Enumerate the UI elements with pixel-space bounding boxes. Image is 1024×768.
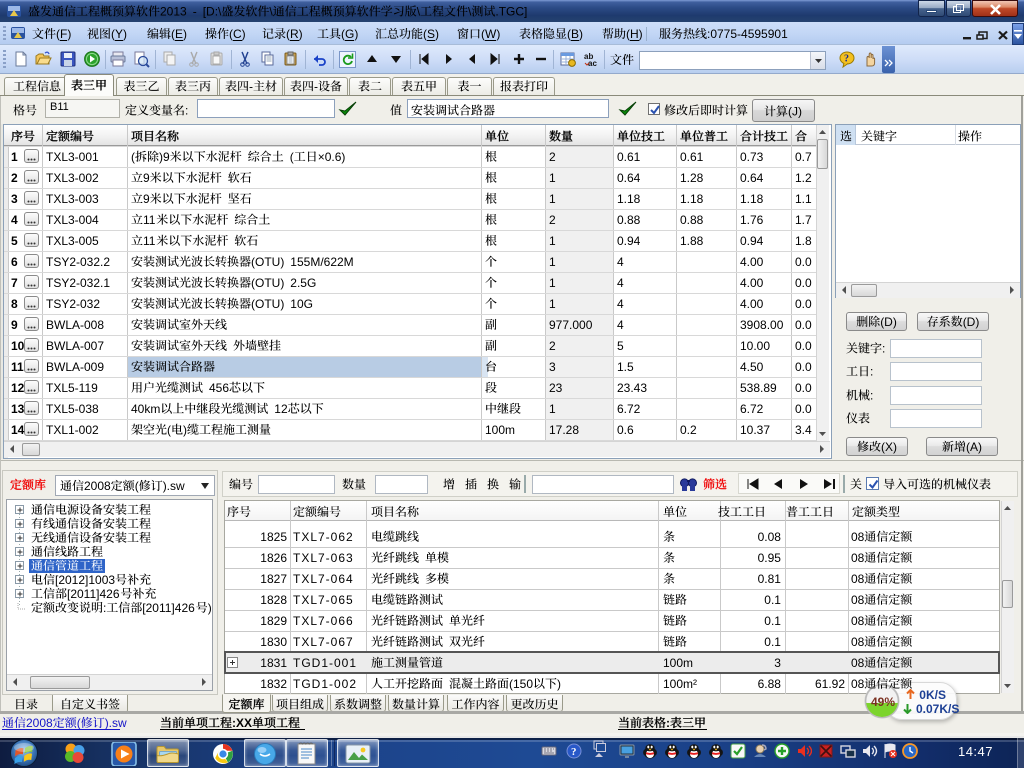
svg-text:?: ?: [571, 746, 577, 758]
svg-text:?: ?: [844, 54, 849, 65]
svg-text:ac: ac: [588, 59, 597, 68]
